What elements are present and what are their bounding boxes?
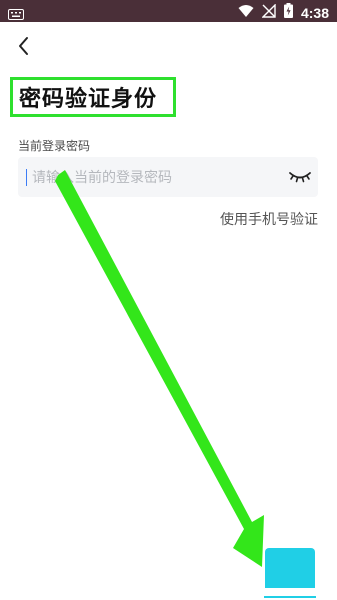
no-signal-icon (261, 3, 276, 22)
back-button[interactable] (12, 34, 36, 58)
clock-time: 4:38 (300, 4, 329, 21)
keyboard-icon (8, 5, 24, 24)
status-bar: 4:38 (0, 0, 337, 22)
page-title: 密码验证身份 (19, 86, 158, 111)
bottom-accent-line (264, 596, 316, 598)
wifi-icon (238, 3, 254, 22)
password-field-label: 当前登录密码 (18, 139, 91, 153)
text-cursor (26, 169, 27, 186)
closed-eye-icon[interactable] (288, 169, 312, 185)
password-field[interactable] (18, 157, 318, 197)
battery-icon (283, 3, 293, 22)
next-button[interactable] (265, 548, 315, 588)
title-highlight-box: 密码验证身份 (10, 77, 176, 117)
password-input[interactable] (32, 157, 272, 197)
phone-verify-link[interactable]: 使用手机号验证 (220, 209, 318, 229)
chevron-left-icon (19, 37, 28, 55)
